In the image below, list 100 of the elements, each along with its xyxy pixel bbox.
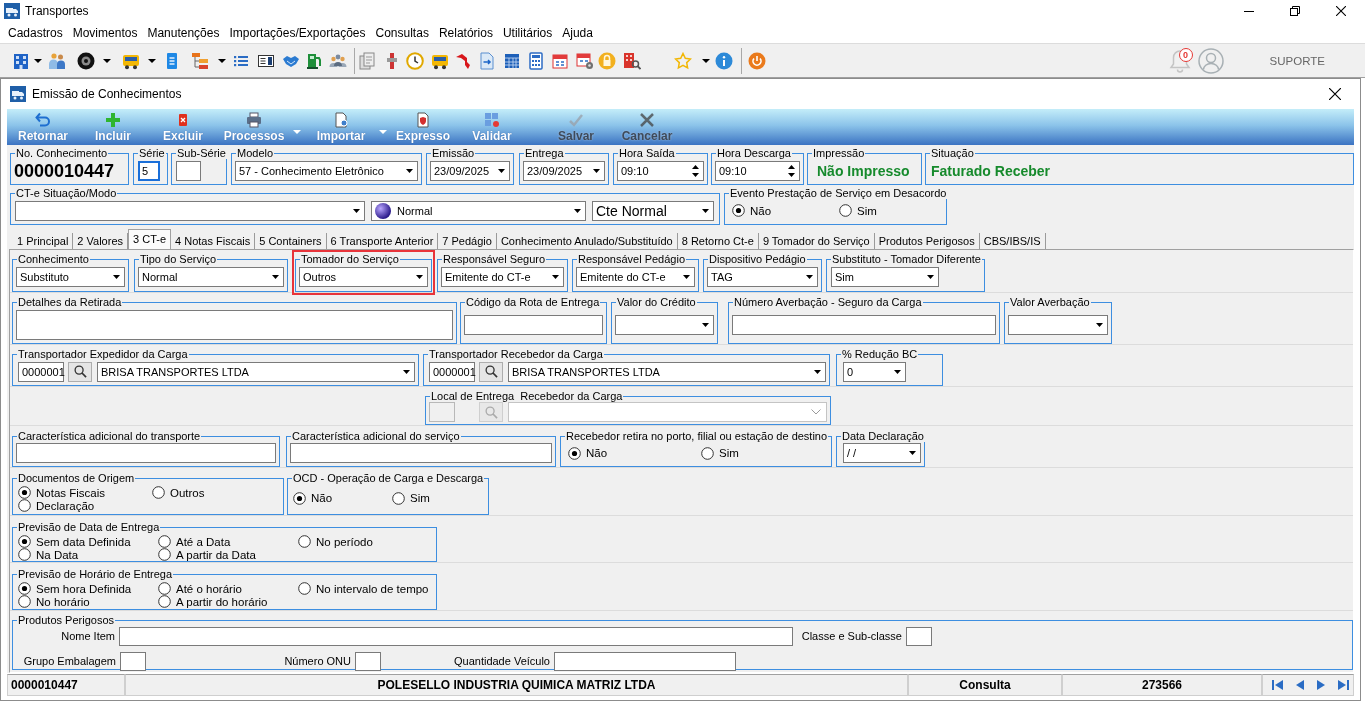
tire-icon[interactable] (77, 51, 95, 70)
menu-item[interactable]: Importações/Exportações (224, 25, 371, 40)
radio-option[interactable]: Declaração (18, 499, 95, 512)
text-field[interactable] (16, 443, 276, 463)
tab[interactable]: Conhecimento Anulado/Substituído (496, 233, 678, 249)
caret-icon[interactable] (218, 58, 226, 63)
power-icon[interactable] (748, 51, 766, 70)
info-icon[interactable] (715, 51, 733, 70)
previous-icon[interactable] (1294, 680, 1305, 690)
dropdown[interactable]: BRISA TRANSPORTES LTDA (508, 361, 826, 382)
close-icon[interactable] (1336, 6, 1346, 16)
next-icon[interactable] (1316, 680, 1327, 690)
dropdown[interactable]: Cte Normal (592, 200, 714, 221)
search-button[interactable] (68, 361, 92, 382)
radio-option[interactable]: Não (293, 491, 333, 505)
text-field[interactable] (119, 627, 793, 646)
radio-option[interactable]: Não (568, 446, 608, 460)
caret-icon[interactable] (34, 58, 42, 63)
radio-option[interactable]: Sim (392, 491, 430, 505)
radio-option[interactable]: A partir da Data (158, 548, 256, 561)
calculator-icon[interactable] (527, 51, 545, 70)
spin-down-icon[interactable] (692, 172, 699, 177)
building-search-icon[interactable] (623, 51, 641, 70)
tab[interactable]: CBS/IBS/IS (979, 233, 1046, 249)
bell-icon[interactable] (1167, 47, 1192, 74)
tab[interactable]: 1 Principal (13, 233, 74, 249)
text-field[interactable] (732, 314, 996, 335)
text-area[interactable] (16, 309, 453, 340)
dropdown[interactable]: Outros (299, 267, 428, 287)
menu-item[interactable]: Consultas (370, 25, 434, 40)
tab[interactable]: 6 Transporte Anterior (326, 233, 439, 249)
dropdown[interactable]: Sim (831, 267, 939, 287)
text-field[interactable] (906, 627, 932, 646)
radio-option[interactable]: No período (298, 535, 373, 548)
spin-up-icon[interactable] (692, 164, 699, 169)
time-field[interactable]: 09:10 (715, 160, 800, 181)
dropdown[interactable]: 23/09/2025 (430, 160, 510, 181)
radio-option[interactable]: Sem data Definida (18, 535, 131, 548)
radio-option[interactable]: Até o horário (158, 582, 242, 595)
radio-option[interactable]: Sim (701, 446, 739, 460)
dropdown[interactable]: Emitente do CT-e (441, 267, 564, 287)
radio-option[interactable]: Notas Fiscais (18, 486, 106, 499)
minimize-icon[interactable] (1244, 10, 1254, 12)
tab[interactable]: 9 Tomador do Serviço (758, 233, 875, 249)
tab[interactable]: 5 Containers (255, 233, 327, 249)
dropdown[interactable]: Emitente do CT-e (576, 267, 695, 287)
dropdown[interactable]: 0 (843, 361, 906, 382)
dropdown[interactable]: Normal (371, 200, 586, 221)
caret-icon[interactable] (148, 58, 156, 63)
menu-item[interactable]: Utilitários (497, 25, 558, 40)
fuel-nozzle-icon[interactable] (454, 51, 472, 70)
calendar-gear-icon[interactable] (576, 51, 594, 70)
text-field[interactable] (554, 652, 736, 671)
restore-icon[interactable] (1290, 6, 1300, 16)
menu-item[interactable]: Ajuda (557, 25, 598, 40)
tab[interactable]: 7 Pedágio (438, 233, 497, 249)
dropdown[interactable]: TAG (707, 267, 818, 287)
radio-option[interactable]: Na Data (18, 548, 79, 561)
tab[interactable]: 4 Notas Fiscais (171, 233, 256, 249)
hierarchy-icon[interactable] (191, 51, 209, 70)
radio-option[interactable]: Não (732, 204, 772, 217)
code-field[interactable]: 0000001 (429, 361, 475, 382)
menu-item[interactable]: Movimentos (67, 25, 143, 40)
people-icon[interactable] (48, 51, 66, 70)
text-field[interactable] (120, 652, 146, 671)
dropdown[interactable]: Normal (138, 267, 284, 287)
text-field[interactable] (464, 314, 603, 335)
spin-down-icon[interactable] (788, 172, 795, 177)
dropdown[interactable]: Substituto (16, 267, 125, 287)
dropdown[interactable] (615, 314, 714, 335)
building-icon[interactable] (12, 51, 30, 70)
caret-icon[interactable] (103, 58, 111, 63)
dropdown[interactable] (1008, 314, 1108, 335)
code-field[interactable] (429, 402, 455, 422)
radio-option[interactable]: Sem hora Definida (18, 582, 132, 595)
tab[interactable]: 3 CT-e (128, 229, 172, 249)
close-icon[interactable] (1329, 88, 1341, 100)
dropdown[interactable]: 57 - Conhecimento Eletrônico (235, 160, 418, 181)
radio-option[interactable]: No intervalo de tempo (298, 582, 429, 595)
first-page-icon[interactable] (1272, 680, 1283, 690)
text-field[interactable] (355, 652, 381, 671)
code-field[interactable]: 0000001 (18, 361, 64, 382)
caret-icon[interactable] (702, 58, 710, 63)
text-field[interactable]: 5 (138, 160, 160, 181)
radio-option[interactable]: Sim (839, 204, 877, 217)
tab[interactable]: 8 Retorno Ct-e (677, 233, 759, 249)
dropdown[interactable] (15, 200, 365, 221)
menu-item[interactable]: Relatórios (433, 25, 498, 40)
clock-icon[interactable] (406, 51, 424, 70)
menu-item[interactable]: Cadastros (3, 25, 68, 40)
dropdown[interactable]: 23/09/2025 (523, 160, 605, 181)
radio-option[interactable]: Outros (152, 486, 205, 499)
radio-option[interactable]: No horário (18, 595, 90, 608)
file-arrow-icon[interactable] (478, 51, 496, 70)
radio-option[interactable]: Até a Data (158, 535, 231, 548)
dropdown[interactable]: BRISA TRANSPORTES LTDA (97, 361, 415, 382)
calendar-icon[interactable] (551, 51, 569, 70)
menu-item[interactable]: Manutenções (142, 25, 225, 40)
star-icon[interactable] (674, 51, 692, 70)
dropdown[interactable]: / / (843, 443, 921, 463)
